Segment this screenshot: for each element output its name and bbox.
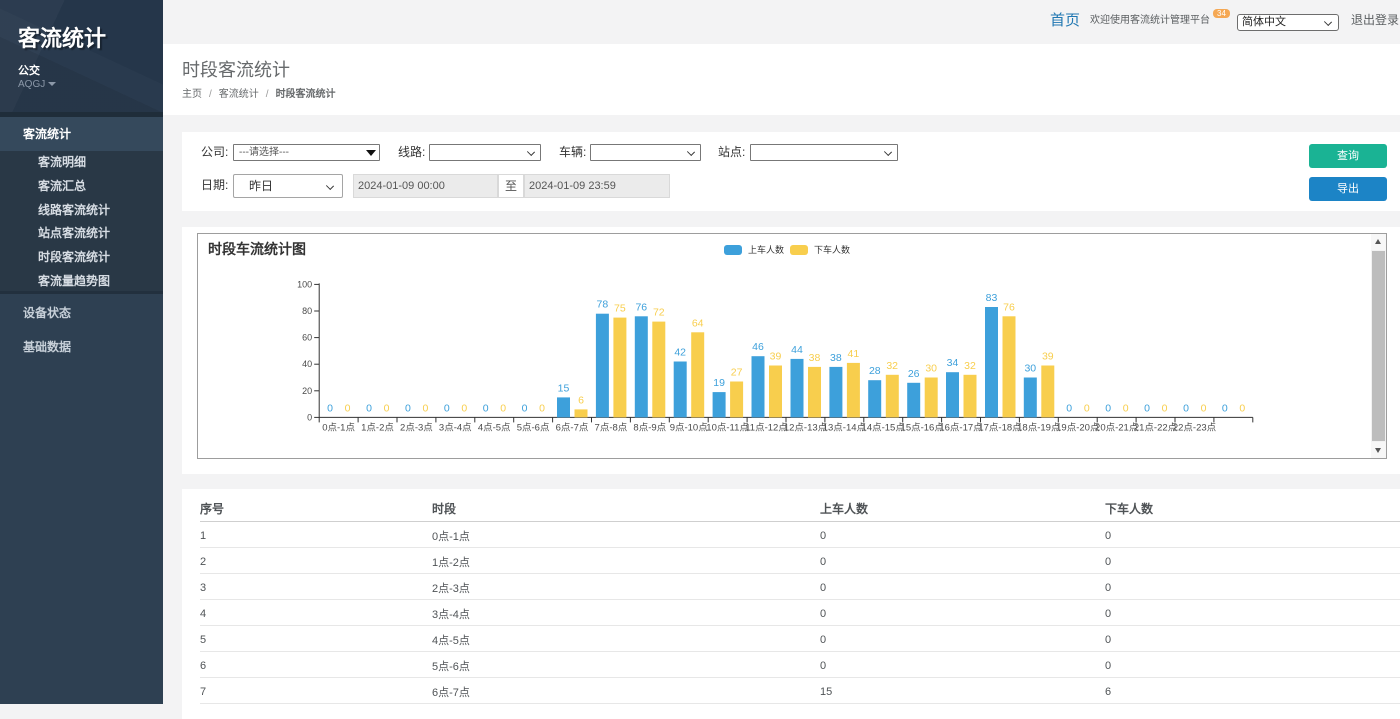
svg-text:64: 64 bbox=[692, 317, 704, 329]
svg-text:0: 0 bbox=[1162, 402, 1168, 414]
svg-text:0: 0 bbox=[1123, 402, 1129, 414]
svg-text:2点-3点: 2点-3点 bbox=[400, 422, 433, 433]
svg-text:0: 0 bbox=[522, 402, 528, 414]
svg-text:6: 6 bbox=[578, 394, 584, 406]
svg-text:0: 0 bbox=[384, 402, 390, 414]
svg-text:12点-13点: 12点-13点 bbox=[784, 422, 828, 433]
svg-text:21点-22点: 21点-22点 bbox=[1134, 422, 1178, 433]
svg-text:100: 100 bbox=[297, 279, 312, 289]
svg-text:0: 0 bbox=[1084, 402, 1090, 414]
svg-text:39: 39 bbox=[770, 351, 782, 363]
svg-text:0: 0 bbox=[1222, 402, 1228, 414]
svg-text:30: 30 bbox=[925, 363, 937, 375]
svg-text:8点-9点: 8点-9点 bbox=[633, 422, 666, 433]
svg-text:46: 46 bbox=[752, 341, 764, 353]
svg-text:5点-6点: 5点-6点 bbox=[517, 422, 550, 433]
svg-text:0: 0 bbox=[1239, 402, 1245, 414]
svg-text:0: 0 bbox=[1201, 402, 1207, 414]
svg-text:6点-7点: 6点-7点 bbox=[556, 422, 589, 433]
svg-text:11点-12点: 11点-12点 bbox=[745, 422, 788, 433]
svg-text:20点-21点: 20点-21点 bbox=[1095, 422, 1139, 433]
svg-text:32: 32 bbox=[964, 360, 976, 372]
svg-text:78: 78 bbox=[597, 299, 609, 311]
svg-text:0: 0 bbox=[345, 402, 351, 414]
svg-text:80: 80 bbox=[302, 306, 312, 316]
svg-text:76: 76 bbox=[1003, 301, 1015, 313]
svg-text:41: 41 bbox=[848, 348, 860, 360]
svg-text:34: 34 bbox=[947, 357, 959, 369]
svg-text:0: 0 bbox=[1066, 402, 1072, 414]
svg-text:60: 60 bbox=[302, 333, 312, 343]
svg-text:0点-1点: 0点-1点 bbox=[322, 422, 355, 433]
svg-text:0: 0 bbox=[1105, 402, 1111, 414]
svg-text:0: 0 bbox=[327, 402, 333, 414]
svg-text:26: 26 bbox=[908, 368, 920, 380]
svg-text:15: 15 bbox=[558, 382, 570, 394]
svg-text:22点-23点: 22点-23点 bbox=[1173, 422, 1217, 433]
svg-text:15点-16点: 15点-16点 bbox=[901, 422, 945, 433]
svg-text:0: 0 bbox=[500, 402, 506, 414]
svg-text:18点-19点: 18点-19点 bbox=[1017, 422, 1061, 433]
svg-text:0: 0 bbox=[444, 402, 450, 414]
svg-text:83: 83 bbox=[986, 292, 998, 304]
svg-text:7点-8点: 7点-8点 bbox=[595, 422, 628, 433]
svg-text:40: 40 bbox=[302, 359, 312, 369]
svg-text:28: 28 bbox=[869, 365, 881, 377]
svg-text:0: 0 bbox=[1144, 402, 1150, 414]
svg-text:17点-18点: 17点-18点 bbox=[978, 422, 1022, 433]
svg-text:14点-15点: 14点-15点 bbox=[862, 422, 906, 433]
svg-text:0: 0 bbox=[366, 402, 372, 414]
svg-text:0: 0 bbox=[483, 402, 489, 414]
svg-text:0: 0 bbox=[422, 402, 428, 414]
svg-text:0: 0 bbox=[307, 412, 312, 422]
svg-text:38: 38 bbox=[809, 352, 821, 364]
svg-text:0: 0 bbox=[461, 402, 467, 414]
svg-text:75: 75 bbox=[614, 303, 626, 315]
svg-text:4点-5点: 4点-5点 bbox=[478, 422, 511, 433]
svg-text:76: 76 bbox=[635, 301, 647, 313]
svg-text:42: 42 bbox=[674, 347, 686, 359]
svg-text:38: 38 bbox=[830, 352, 842, 364]
svg-text:13点-14点: 13点-14点 bbox=[823, 422, 867, 433]
svg-text:0: 0 bbox=[1183, 402, 1189, 414]
svg-text:20: 20 bbox=[302, 386, 312, 396]
svg-text:32: 32 bbox=[886, 360, 898, 372]
svg-text:0: 0 bbox=[539, 402, 545, 414]
svg-text:16点-17点: 16点-17点 bbox=[939, 422, 983, 433]
svg-text:10点-11点: 10点-11点 bbox=[706, 422, 749, 433]
svg-text:9点-10点: 9点-10点 bbox=[670, 422, 709, 433]
svg-text:39: 39 bbox=[1042, 351, 1054, 363]
svg-text:72: 72 bbox=[653, 307, 665, 319]
svg-text:44: 44 bbox=[791, 344, 803, 356]
svg-text:19点-20点: 19点-20点 bbox=[1056, 422, 1100, 433]
svg-text:0: 0 bbox=[405, 402, 411, 414]
svg-text:3点-4点: 3点-4点 bbox=[439, 422, 472, 433]
svg-text:19: 19 bbox=[713, 377, 725, 389]
svg-text:1点-2点: 1点-2点 bbox=[361, 422, 394, 433]
svg-text:27: 27 bbox=[731, 367, 743, 379]
svg-text:30: 30 bbox=[1024, 363, 1036, 375]
